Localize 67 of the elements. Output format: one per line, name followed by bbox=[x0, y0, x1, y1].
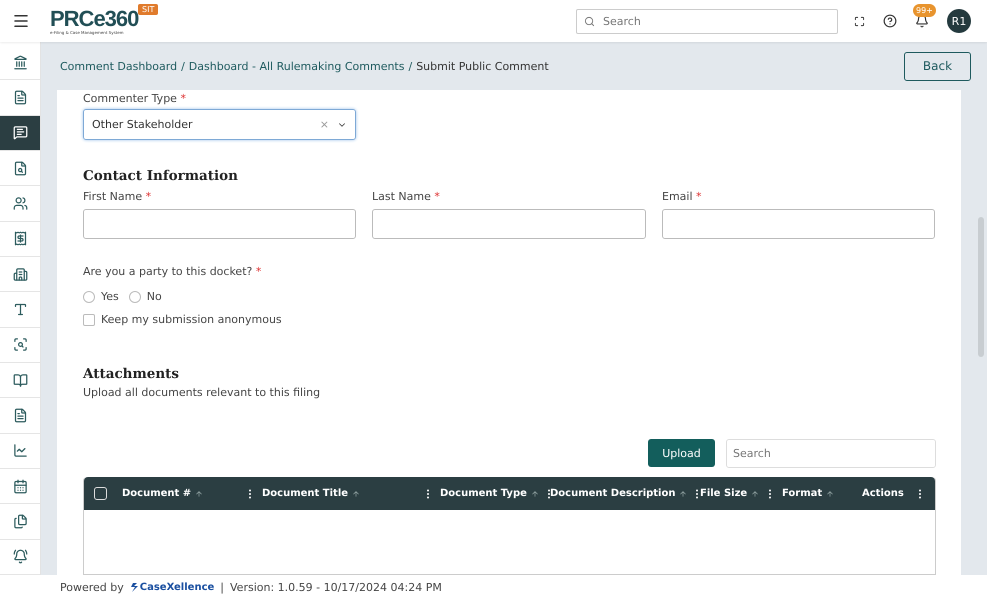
book-icon bbox=[12, 372, 28, 388]
scan-icon bbox=[12, 337, 28, 352]
question-label: Are you a party to this docket? * bbox=[83, 265, 262, 278]
column-header[interactable]: Actions bbox=[862, 488, 904, 499]
bell-icon bbox=[12, 549, 28, 564]
breadcrumb-link[interactable]: Dashboard - All Rulemaking Comments bbox=[188, 60, 404, 72]
back-button[interactable]: Back bbox=[904, 52, 971, 80]
brand-logo: CaseXellence bbox=[130, 582, 214, 592]
footer-separator: | bbox=[220, 580, 224, 594]
text-icon bbox=[12, 302, 28, 317]
column-header[interactable]: Document # bbox=[122, 488, 192, 499]
field-label: First Name * bbox=[83, 190, 152, 203]
bank-icon bbox=[12, 54, 28, 70]
upload-button[interactable]: Upload bbox=[648, 439, 715, 467]
help-icon[interactable] bbox=[883, 14, 897, 28]
receipt-icon bbox=[12, 231, 28, 246]
field-label: Email * bbox=[662, 190, 703, 203]
column-header[interactable]: File Size bbox=[700, 488, 748, 499]
menu-icon[interactable] bbox=[12, 12, 30, 30]
environment-badge: SIT bbox=[138, 4, 158, 14]
version-text: Version: 1.0.59 - 10/17/2024 04:24 PM bbox=[230, 580, 442, 594]
text-input[interactable] bbox=[662, 209, 935, 239]
breadcrumb-link[interactable]: Comment Dashboard bbox=[60, 60, 178, 72]
field-label: Commenter Type * bbox=[83, 92, 187, 105]
sort-icon[interactable] bbox=[826, 490, 834, 498]
section-heading: Attachments bbox=[83, 366, 180, 382]
comment-icon bbox=[12, 125, 28, 140]
sort-icon[interactable] bbox=[530, 490, 539, 498]
search-icon bbox=[584, 16, 595, 26]
sort-icon[interactable] bbox=[352, 490, 360, 498]
user-avatar[interactable]: R1 bbox=[947, 9, 971, 33]
building-icon bbox=[12, 266, 28, 282]
column-header[interactable]: Format bbox=[782, 488, 822, 499]
text-input[interactable] bbox=[83, 209, 356, 239]
column-header[interactable]: Document Type bbox=[440, 488, 527, 499]
section-heading: Contact Information bbox=[83, 168, 239, 184]
table-search-field[interactable]: Search bbox=[726, 439, 936, 468]
document-icon bbox=[12, 408, 28, 423]
users-icon bbox=[12, 196, 28, 211]
section-subtitle: Upload all documents relevant to this filing bbox=[83, 386, 322, 399]
file-search-icon bbox=[12, 160, 28, 176]
sort-icon[interactable] bbox=[751, 490, 760, 498]
anonymous-checkbox[interactable]: Keep my submission anonymous bbox=[83, 313, 961, 326]
select-all-checkbox[interactable] bbox=[94, 487, 107, 500]
bell-icon[interactable] bbox=[915, 14, 929, 28]
sort-icon[interactable] bbox=[679, 490, 688, 498]
search-field[interactable]: Search bbox=[576, 8, 838, 34]
commenter-type-select[interactable]: Other Stakeholder × bbox=[83, 109, 356, 140]
text-input[interactable] bbox=[372, 209, 646, 239]
breadcrumb-current: Submit Public Comment bbox=[416, 60, 549, 72]
notification-badge: 99+ bbox=[913, 4, 936, 17]
files-icon bbox=[12, 514, 28, 529]
logo-text: PRCe360 bbox=[50, 8, 138, 30]
field-label: Last Name * bbox=[372, 190, 441, 203]
radio-option[interactable]: Yes bbox=[83, 290, 119, 303]
sidebar-item[interactable] bbox=[0, 116, 40, 151]
radio-option[interactable]: No bbox=[128, 290, 162, 303]
breadcrumb-separator: / bbox=[181, 60, 185, 72]
column-header[interactable]: Document Title bbox=[262, 488, 348, 499]
fullscreen-icon[interactable] bbox=[854, 16, 865, 26]
calendar-icon bbox=[12, 478, 28, 494]
sort-icon[interactable] bbox=[195, 490, 204, 498]
powered-by-text: Powered by bbox=[60, 580, 124, 594]
breadcrumb-separator: / bbox=[408, 60, 412, 72]
column-header[interactable]: Document Description bbox=[550, 488, 676, 499]
document-icon bbox=[12, 90, 28, 105]
chart-icon bbox=[12, 443, 28, 458]
